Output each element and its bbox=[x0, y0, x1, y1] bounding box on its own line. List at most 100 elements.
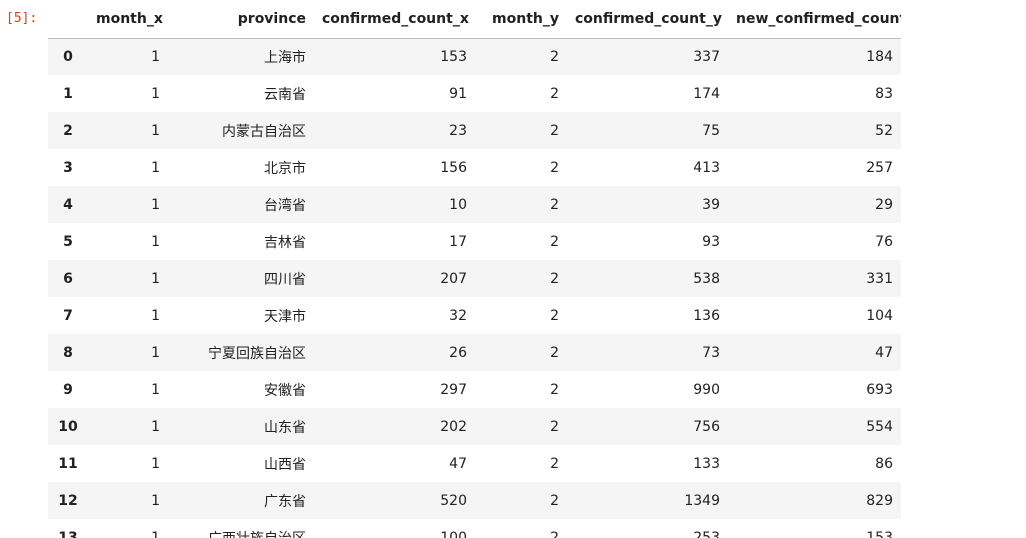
table-cell: 257 bbox=[866, 159, 893, 176]
table-cell: 331 bbox=[866, 270, 893, 287]
column-header-new-confirmed-count: new_confirmed_count bbox=[728, 0, 901, 39]
table-cell: 山西省 bbox=[264, 456, 306, 473]
table-cell: 1 bbox=[151, 233, 160, 250]
table-cell: 32 bbox=[449, 307, 467, 324]
table-cell: 1 bbox=[151, 418, 160, 435]
row-index: 6 bbox=[63, 270, 73, 287]
table-cell: 47 bbox=[449, 455, 467, 472]
table-row: 9 1 安徽省 297 2 990 693 bbox=[48, 371, 901, 408]
table-row: 7 1 天津市 32 2 136 104 bbox=[48, 297, 901, 334]
table-cell: 2 bbox=[550, 418, 559, 435]
table-cell: 1 bbox=[151, 270, 160, 287]
table-cell: 337 bbox=[693, 48, 720, 65]
dataframe-output: month_x province confirmed_count_x month_y c… bbox=[48, 0, 901, 538]
table-cell: 86 bbox=[875, 455, 893, 472]
table-cell: 520 bbox=[440, 492, 467, 509]
table-cell: 2 bbox=[550, 529, 559, 538]
table-cell: 1 bbox=[151, 492, 160, 509]
table-cell: 1 bbox=[151, 307, 160, 324]
table-row: 8 1 宁夏回族自治区 26 2 73 47 bbox=[48, 334, 901, 371]
table-cell: 2 bbox=[550, 196, 559, 213]
table-cell: 153 bbox=[440, 48, 467, 65]
table-cell: 广东省 bbox=[264, 493, 306, 510]
cell-prompt: [5]: bbox=[6, 11, 38, 26]
table-cell: 413 bbox=[693, 159, 720, 176]
table-cell: 83 bbox=[875, 85, 893, 102]
index-column-header bbox=[48, 0, 88, 39]
row-index: 9 bbox=[63, 381, 73, 398]
table-cell: 安徽省 bbox=[264, 382, 306, 399]
table-cell: 2 bbox=[550, 492, 559, 509]
table-cell: 1 bbox=[151, 159, 160, 176]
table-cell: 1349 bbox=[684, 492, 720, 509]
row-index: 2 bbox=[63, 122, 73, 139]
row-index: 12 bbox=[58, 492, 78, 509]
table-cell: 2 bbox=[550, 122, 559, 139]
table-cell: 829 bbox=[866, 492, 893, 509]
table-cell: 1 bbox=[151, 122, 160, 139]
table-cell: 云南省 bbox=[264, 86, 306, 103]
table-cell: 23 bbox=[449, 122, 467, 139]
table-cell: 台湾省 bbox=[264, 197, 306, 214]
table-cell: 2 bbox=[550, 48, 559, 65]
table-cell: 四川省 bbox=[264, 271, 306, 288]
table-cell: 184 bbox=[866, 48, 893, 65]
row-index: 10 bbox=[58, 418, 78, 435]
table-cell: 76 bbox=[875, 233, 893, 250]
table-row: 10 1 山东省 202 2 756 554 bbox=[48, 408, 901, 445]
table-cell: 宁夏回族自治区 bbox=[208, 345, 306, 362]
row-index: 11 bbox=[58, 455, 78, 472]
row-index: 5 bbox=[63, 233, 73, 250]
table-row: 12 1 广东省 520 2 1349 829 bbox=[48, 482, 901, 519]
table-cell: 2 bbox=[550, 85, 559, 102]
table-cell: 2 bbox=[550, 159, 559, 176]
table-cell: 上海市 bbox=[264, 49, 306, 66]
table-cell: 北京市 bbox=[264, 160, 306, 177]
table-cell: 2 bbox=[550, 381, 559, 398]
table-cell: 2 bbox=[550, 233, 559, 250]
table-cell: 253 bbox=[693, 529, 720, 538]
table-cell: 47 bbox=[875, 344, 893, 361]
table-row: 6 1 四川省 207 2 538 331 bbox=[48, 260, 901, 297]
table-row: 5 1 吉林省 17 2 93 76 bbox=[48, 223, 901, 260]
table-cell: 1 bbox=[151, 48, 160, 65]
table-cell: 297 bbox=[440, 381, 467, 398]
row-index: 8 bbox=[63, 344, 73, 361]
column-header-month-x: month_x bbox=[88, 0, 168, 39]
table-cell: 156 bbox=[440, 159, 467, 176]
table-cell: 39 bbox=[702, 196, 720, 213]
table-row: 11 1 山西省 47 2 133 86 bbox=[48, 445, 901, 482]
table-cell: 2 bbox=[550, 344, 559, 361]
table-cell: 1 bbox=[151, 455, 160, 472]
table-row: 0 1 上海市 153 2 337 184 bbox=[48, 38, 901, 75]
column-header-month-y: month_y bbox=[475, 0, 567, 39]
table-cell: 1 bbox=[151, 85, 160, 102]
table-cell: 52 bbox=[875, 122, 893, 139]
row-index: 0 bbox=[63, 48, 73, 65]
table-cell: 天津市 bbox=[264, 308, 306, 325]
row-index: 7 bbox=[63, 307, 73, 324]
table-cell: 山东省 bbox=[264, 419, 306, 436]
table-cell: 75 bbox=[702, 122, 720, 139]
table-cell: 104 bbox=[866, 307, 893, 324]
table-cell: 538 bbox=[693, 270, 720, 287]
table-cell: 29 bbox=[875, 196, 893, 213]
table-cell: 10 bbox=[449, 196, 467, 213]
table-cell: 693 bbox=[866, 381, 893, 398]
table-row: 3 1 北京市 156 2 413 257 bbox=[48, 149, 901, 186]
table-cell: 554 bbox=[866, 418, 893, 435]
row-index: 13 bbox=[58, 529, 78, 538]
table-cell: 1 bbox=[151, 196, 160, 213]
table-cell: 广西壮族自治区 bbox=[168, 519, 314, 538]
row-index: 3 bbox=[63, 159, 73, 176]
table-cell: 202 bbox=[440, 418, 467, 435]
table-cell: 17 bbox=[449, 233, 467, 250]
table-row: 2 1 内蒙古自治区 23 2 75 52 bbox=[48, 112, 901, 149]
table-cell: 100 bbox=[440, 529, 467, 538]
table-row: 4 1 台湾省 10 2 39 29 bbox=[48, 186, 901, 223]
table-body: 0 1 上海市 153 2 337 184 1 1 云南省 91 2 174 83 2 1 内蒙古自治区 23 2 7… bbox=[48, 38, 901, 538]
table-cell: 73 bbox=[702, 344, 720, 361]
table-cell: 吉林省 bbox=[264, 234, 306, 251]
table-cell: 1 bbox=[151, 344, 160, 361]
table-cell: 2 bbox=[550, 270, 559, 287]
